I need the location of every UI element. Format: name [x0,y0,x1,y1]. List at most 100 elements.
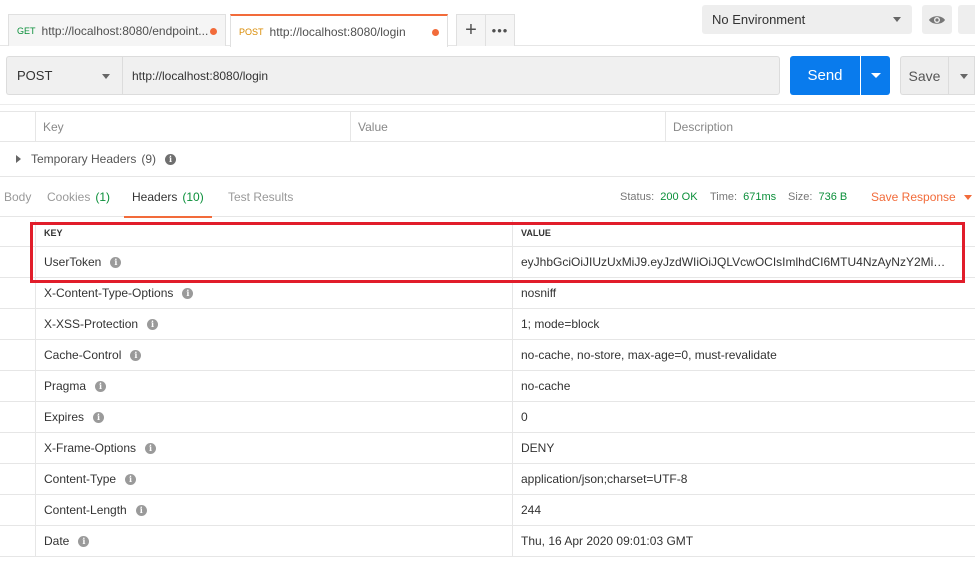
info-icon[interactable]: i [130,349,142,361]
caret-down-icon [963,194,972,200]
header-key: X-Frame-Options i [35,433,512,463]
tab-headers-label: Headers [132,190,178,204]
info-icon[interactable]: i [93,411,105,423]
header-key: Expires i [35,402,512,432]
header-key: Content-Length i [35,495,512,525]
tab-url: http://localhost:8080/endpoint... [41,23,209,38]
table-row: Date i Thu, 16 Apr 2020 09:01:03 GMT [0,526,975,557]
header-key-text: X-XSS-Protection [44,317,139,331]
info-icon[interactable]: i [182,287,194,299]
save-response-button[interactable]: Save Response [871,177,972,217]
info-icon[interactable]: i [95,380,107,392]
info-icon[interactable]: i [165,153,177,165]
temporary-headers-label: Temporary Headers [31,152,137,166]
environment-quick-look-button[interactable] [922,5,952,34]
request-headers-table-header: Key Value Description [0,111,975,142]
caret-right-icon [16,155,21,163]
header-value: 0 [512,402,975,432]
tab-cookies[interactable]: Cookies (1) [47,177,110,217]
method-select[interactable]: POST [6,56,122,95]
status-info[interactable]: Status: 200 OK [620,177,698,217]
header-key: Content-Type i [35,464,512,494]
header-key: X-XSS-Protection i [35,309,512,339]
header-key: Cache-Control i [35,340,512,370]
headers-count: (10) [182,190,204,204]
send-button[interactable]: Send [790,56,860,95]
tab-body-label: Body [4,190,32,204]
table-row: Cache-Control i no-cache, no-store, max-a… [0,340,975,371]
header-key: Pragma i [35,371,512,401]
more-icon: ••• [491,23,509,38]
header-value: no-cache [512,371,975,401]
send-options-button[interactable] [861,56,890,95]
header-value: Thu, 16 Apr 2020 09:01:03 GMT [512,526,975,556]
tab-test-results-label: Test Results [228,190,294,204]
header-key-text: Expires [44,410,85,424]
manage-environments-button[interactable] [958,5,975,34]
size-value: 736 B [818,191,848,203]
caret-down-icon [893,17,901,22]
tab-options-button[interactable]: ••• [485,14,515,46]
tab-method: GET [17,25,36,36]
save-button[interactable]: Save [900,56,948,95]
header-key: Date i [35,526,512,556]
environment-select[interactable]: No Environment [702,5,912,34]
table-row: Content-Length i 244 [0,495,975,526]
header-value: 1; mode=block [512,309,975,339]
new-tab-button[interactable]: + [456,14,486,46]
tab-headers[interactable]: Headers (10) [124,177,212,218]
eye-icon [929,15,945,24]
column-key: Key [35,112,350,142]
tab-test-results[interactable]: Test Results [228,177,293,217]
column-description: Description [665,112,975,142]
caret-down-icon [960,74,968,79]
unsaved-dot-icon [210,28,217,35]
plus-icon: + [465,19,477,41]
info-icon[interactable]: i [135,504,147,516]
info-icon[interactable]: i [78,535,90,547]
header-value: application/json;charset=UTF-8 [512,464,975,494]
size-label: Size: [788,191,813,203]
request-tab-get[interactable]: GET http://localhost:8080/endpoint... [8,14,226,46]
header-key-text: Pragma [44,379,87,393]
caret-down-icon [871,73,881,78]
time-label: Time: [710,191,738,203]
save-response-label: Save Response [871,190,956,204]
time-value: 671ms [743,191,777,203]
header-key-text: Cache-Control [44,348,122,362]
temporary-headers-toggle[interactable]: Temporary Headers (9) i [0,142,975,176]
tab-body[interactable]: Body [4,177,31,217]
unsaved-dot-icon [432,29,439,36]
table-row: Expires i 0 [0,402,975,433]
tab-url: http://localhost:8080/login [269,24,406,39]
header-key-text: Date [44,534,70,548]
temporary-headers-count: (9) [141,152,157,166]
url-input[interactable]: http://localhost:8080/login [122,56,780,95]
header-key-text: Content-Type [44,472,117,486]
method-label: POST [17,68,53,83]
request-tab-post[interactable]: POST http://localhost:8080/login [230,14,448,47]
environment-label: No Environment [712,12,806,27]
header-value: 244 [512,495,975,525]
header-key-text: X-Content-Type-Options [44,286,174,300]
tab-method: POST [239,26,264,37]
divider [0,104,975,105]
tab-cookies-label: Cookies [47,190,91,204]
header-value: DENY [512,433,975,463]
save-options-button[interactable] [948,56,975,95]
header-key-text: Content-Length [44,503,127,517]
info-icon[interactable]: i [147,318,159,330]
tab-bar: GET http://localhost:8080/endpoint... PO… [0,0,975,47]
info-icon[interactable]: i [145,442,157,454]
response-tabs: Body Cookies (1) Headers (10) Test Resul… [0,177,975,218]
table-row: X-Frame-Options i DENY [0,433,975,464]
status-value: 200 OK [660,191,698,203]
info-icon[interactable]: i [125,473,137,485]
size-info[interactable]: Size: 736 B [788,177,847,217]
header-value: no-cache, no-store, max-age=0, must-reva… [512,340,975,370]
table-row: Content-Type i application/json;charset=U… [0,464,975,495]
status-label: Status: [620,191,655,203]
header-key-text: X-Frame-Options [44,441,137,455]
url-value: http://localhost:8080/login [132,68,269,83]
time-info[interactable]: Time: 671ms [710,177,776,217]
